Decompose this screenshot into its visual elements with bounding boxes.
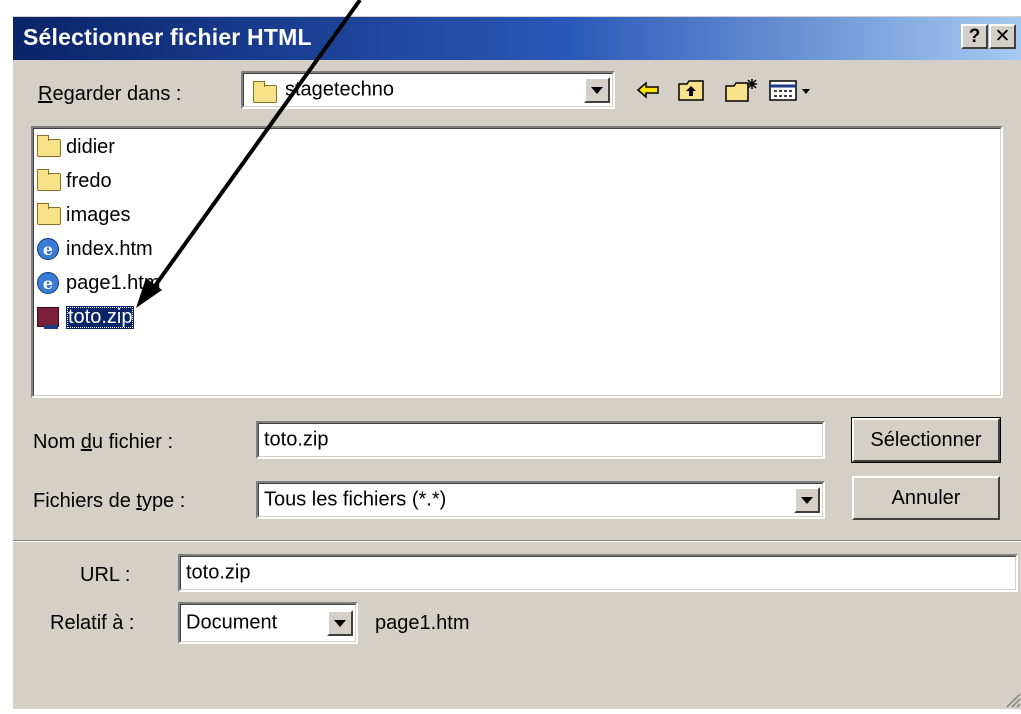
filename-label: Nom du fichier : [33,431,174,453]
file-list[interactable]: didier fredo images e index.htm e page1.… [31,126,1003,398]
url-label: URL : [80,564,131,586]
file-name: images [66,203,131,226]
relative-combo[interactable]: Document [178,602,358,644]
close-button[interactable]: ✕ [989,24,1016,49]
relative-label: Relatif à : [50,612,135,634]
file-name: fredo [66,169,112,192]
divider [13,540,1021,542]
relative-value: Document [186,611,278,634]
view-menu-icon[interactable] [766,76,820,104]
filename-input[interactable]: toto.zip [256,421,825,459]
help-button[interactable]: ? [961,24,988,49]
list-item[interactable]: images [35,200,130,230]
window-title: Sélectionner fichier HTML [23,24,312,50]
folder-icon [35,203,63,227]
filename-value: toto.zip [264,428,329,451]
relative-dropdown-arrow[interactable] [327,610,353,636]
html-file-icon: e [35,237,63,261]
cancel-button[interactable]: Annuler [852,476,1000,520]
file-name: index.htm [66,237,153,260]
zip-file-icon [35,305,63,329]
resize-grip-icon[interactable] [1003,690,1021,709]
filetype-dropdown-arrow[interactable] [794,487,820,513]
new-folder-icon[interactable] [722,76,762,104]
list-item[interactable]: e index.htm [35,234,153,264]
folder-icon [253,81,277,103]
html-file-icon: e [35,271,63,295]
select-button[interactable]: Sélectionner [851,417,1001,463]
file-name: page1.htm [66,271,161,294]
look-in-dropdown-arrow[interactable] [584,77,610,103]
file-name: toto.zip [66,305,135,329]
filetype-combo[interactable]: Tous les fichiers (*.*) [256,481,825,519]
title-bar[interactable]: Sélectionner fichier HTML ? ✕ [13,17,1021,60]
file-name: didier [66,135,115,158]
url-value: toto.zip [186,561,251,584]
list-item[interactable]: didier [35,132,115,162]
list-item-selected[interactable]: toto.zip [35,302,135,332]
look-in-combo[interactable]: stagetechno [241,71,615,109]
up-folder-icon[interactable] [674,76,708,104]
look-in-label: Regarder dans : [38,83,182,105]
folder-icon [35,135,63,159]
list-item[interactable]: e page1.htm [35,268,161,298]
filetype-label: Fichiers de type : [33,490,186,512]
url-input[interactable]: toto.zip [178,554,1018,592]
folder-icon [35,169,63,193]
back-arrow-icon[interactable] [633,76,663,104]
look-in-value: stagetechno [285,78,394,101]
filetype-value: Tous les fichiers (*.*) [264,488,447,511]
list-item[interactable]: fredo [35,166,112,196]
relative-file: page1.htm [375,612,470,634]
